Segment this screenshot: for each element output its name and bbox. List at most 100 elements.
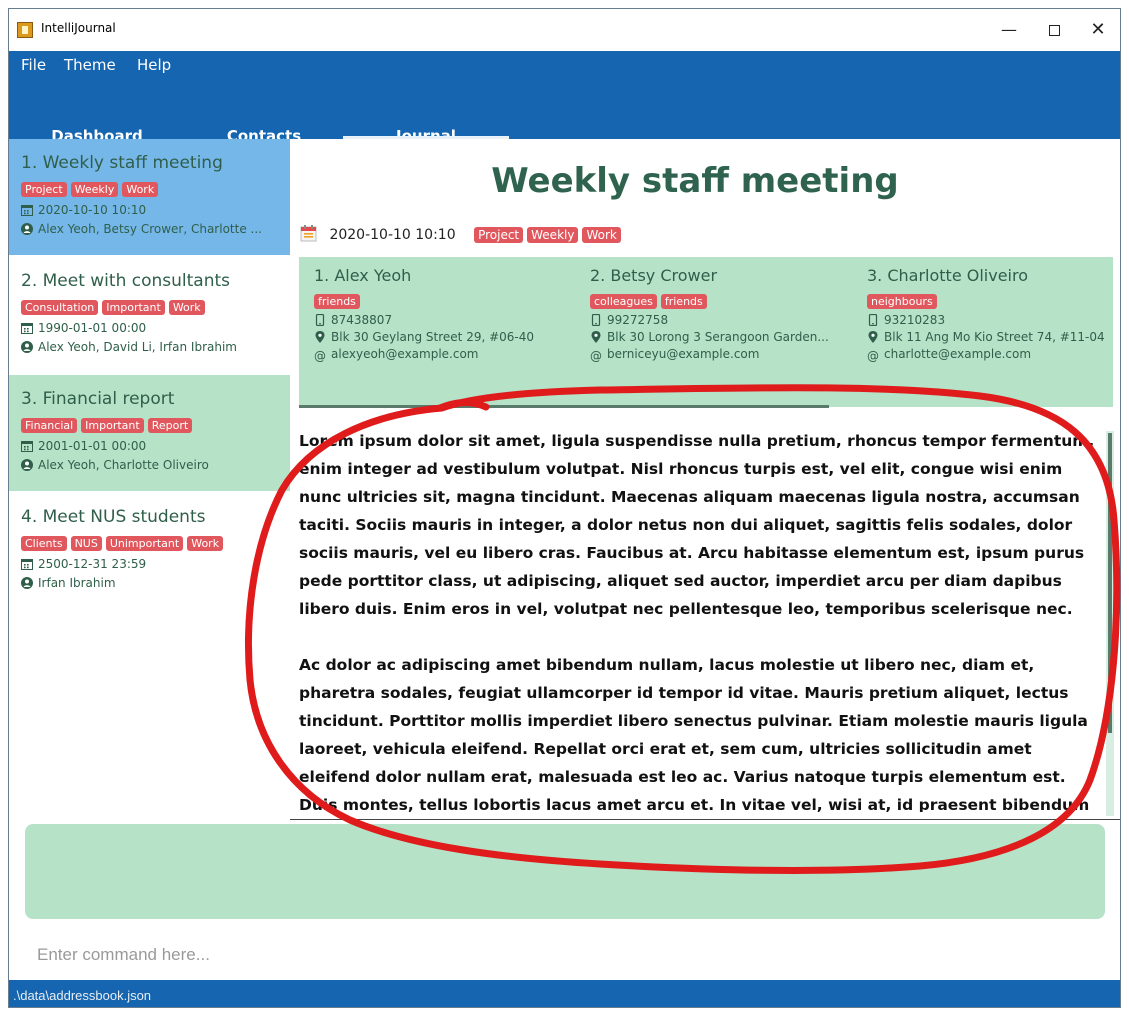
entry-item-people: Alex Yeoh, Betsy Crower, Charlotte ... [21, 222, 286, 236]
entry-meta: 2020-10-10 10:10 Project Weekly Work [300, 225, 625, 249]
tag: Report [147, 418, 193, 433]
entry-item-date: 2500-12-31 23:59 [21, 557, 286, 571]
entry-title: Weekly staff meeting [491, 161, 899, 201]
contact-tags: colleagues friends [590, 290, 845, 310]
minimize-button[interactable]: — [986, 15, 1032, 45]
phone-icon [315, 314, 325, 326]
contact-address: Blk 11 Ang Mo Kio Street 74, #11-04 [867, 330, 1113, 344]
tag: Project [21, 182, 67, 197]
scrollbar-thumb[interactable] [1108, 433, 1112, 733]
title-bar[interactable]: IntelliJournal — ✕ [9, 9, 1120, 51]
location-pin-icon [591, 331, 601, 343]
contact-name: 2. Betsy Crower [590, 266, 718, 285]
menu-help[interactable]: Help [137, 56, 171, 74]
contact-tags: friends [314, 290, 569, 310]
entry-item-title: 3. Financial report [21, 389, 175, 409]
entry-item-title: 2. Meet with consultants [21, 271, 231, 291]
tag: Important [102, 300, 165, 315]
user-circle-icon [21, 459, 33, 471]
tag: Consultation [21, 300, 99, 315]
close-button[interactable]: ✕ [1075, 15, 1120, 45]
user-circle-icon [21, 341, 33, 353]
description-scrollbar[interactable] [1106, 431, 1114, 816]
entry-item-tags: Consultation Important Work [21, 296, 290, 316]
contact-address: Blk 30 Lorong 3 Serangoon Garden... [590, 330, 840, 344]
contact-card[interactable]: 3. Charlotte Oliveiro neighbours 93210283 B… [852, 257, 1113, 397]
journal-entry-list[interactable]: 1. Weekly staff meeting Project Weekly Work… [9, 139, 290, 819]
tag: Weekly [527, 227, 579, 243]
tab-dashboard[interactable]: Dashboard [9, 83, 185, 145]
calendar-icon [21, 323, 33, 334]
tag: NUS [70, 536, 102, 551]
contact-email: @ alexyeoh@example.com [314, 347, 479, 362]
phone-icon [868, 314, 878, 326]
calendar-icon [300, 225, 317, 242]
contact-card[interactable]: 2. Betsy Crower colleagues friends 99272758… [575, 257, 845, 397]
location-pin-icon [868, 331, 878, 343]
tag: Project [474, 227, 524, 243]
user-circle-icon [21, 577, 33, 589]
contact-phone: 93210283 [867, 313, 1113, 327]
email-icon: @ [867, 349, 879, 362]
calendar-icon [21, 441, 33, 452]
maximize-icon [1048, 25, 1060, 36]
location-pin-icon [315, 331, 325, 343]
tab-contacts[interactable]: Contacts [185, 83, 343, 145]
entry-item-date: 1990-01-01 00:00 [21, 321, 286, 335]
result-display [25, 824, 1105, 919]
divider [290, 819, 1120, 820]
entry-item-tags: Clients NUS Unimportant Work [21, 532, 290, 552]
entry-item-tags: Financial Important Report [21, 414, 290, 434]
contact-name: 1. Alex Yeoh [314, 266, 412, 285]
entry-item-date: 2020-10-10 10:10 [21, 203, 286, 217]
status-bar: .\data\addressbook.json [9, 980, 1120, 1007]
menu-theme[interactable]: Theme [64, 56, 116, 74]
tab-bar: Dashboard Contacts Journal [9, 83, 1120, 145]
contact-phone: 99272758 [590, 313, 840, 327]
email-icon: @ [590, 349, 602, 362]
journal-entry-item[interactable]: 3. Financial report Financial Important Rep… [9, 375, 290, 491]
journal-entry-item[interactable]: 2. Meet with consultants Consultation Impo… [9, 257, 290, 373]
contact-name: 3. Charlotte Oliveiro [867, 266, 1029, 285]
entry-item-people: Irfan Ibrahim [21, 576, 286, 590]
entry-item-date: 2001-01-01 00:00 [21, 439, 286, 453]
entry-detail-panel: Weekly staff meeting 2020-10-10 10:10 Pr… [290, 139, 1120, 820]
contact-cards[interactable]: 1. Alex Yeoh friends 87438807 Blk 30 Geylan… [299, 257, 1113, 407]
tag: colleagues [590, 294, 657, 309]
contact-email: @ charlotte@example.com [867, 347, 1032, 362]
contact-email: @ berniceyu@example.com [590, 347, 760, 362]
contact-phone: 87438807 [314, 313, 564, 327]
user-circle-icon [21, 223, 33, 235]
menu-file[interactable]: File [21, 56, 46, 74]
contacts-scrollbar[interactable] [299, 405, 829, 408]
tag: Work [187, 536, 224, 551]
command-input[interactable] [25, 937, 1105, 973]
phone-icon [591, 314, 601, 326]
contact-card[interactable]: 1. Alex Yeoh friends 87438807 Blk 30 Geylan… [299, 257, 569, 397]
entry-item-tags: Project Weekly Work [21, 178, 290, 198]
tag: neighbours [867, 294, 937, 309]
maximize-button[interactable] [1031, 15, 1077, 45]
contact-address: Blk 30 Geylang Street 29, #06-40 [314, 330, 564, 344]
email-icon: @ [314, 349, 326, 362]
data-file-path: .\data\addressbook.json [13, 988, 152, 1003]
journal-entry-item[interactable]: 4. Meet NUS students Clients NUS Unimportan… [9, 493, 290, 609]
tag: friends [314, 294, 360, 309]
entry-item-people: Alex Yeoh, Charlotte Oliveiro [21, 458, 286, 472]
tag: Important [81, 418, 144, 433]
description-paragraph: Lorem ipsum dolor sit amet, ligula suspe… [299, 432, 1095, 618]
tag: Unimportant [105, 536, 184, 551]
app-logo-icon [17, 22, 33, 38]
tag: Clients [21, 536, 67, 551]
journal-entry-item[interactable]: 1. Weekly staff meeting Project Weekly Work… [9, 139, 290, 255]
entry-item-title: 1. Weekly staff meeting [21, 153, 223, 173]
entry-item-title: 4. Meet NUS students [21, 507, 206, 527]
tag: friends [660, 294, 707, 309]
window-title: IntelliJournal [41, 21, 116, 35]
tab-journal[interactable]: Journal [343, 83, 509, 145]
entry-date: 2020-10-10 10:10 [329, 227, 456, 243]
entry-item-people: Alex Yeoh, David Li, Irfan Ibrahim [21, 340, 286, 354]
calendar-icon [21, 559, 33, 570]
contact-tags: neighbours [867, 290, 1113, 310]
tag: Work [168, 300, 205, 315]
